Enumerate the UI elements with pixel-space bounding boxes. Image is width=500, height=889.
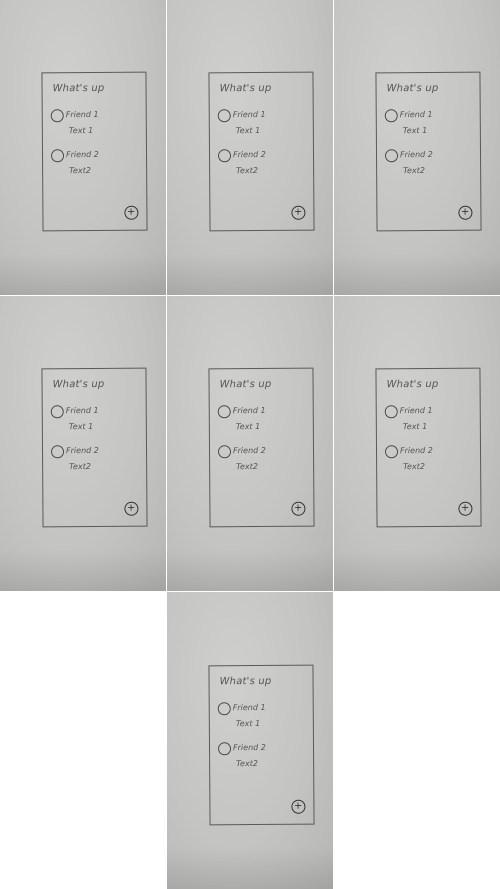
avatar-icon: [217, 445, 231, 459]
plus-circle-icon[interactable]: +: [457, 206, 472, 221]
friend-name: Friend 1: [65, 110, 99, 120]
sketch-photo: What's up Friend 1 Text 1 Friend 2 Text2…: [0, 0, 166, 295]
friend-message: Text 1: [235, 126, 260, 136]
plus-circle-icon[interactable]: +: [290, 799, 305, 814]
avatar-icon: [50, 149, 64, 163]
friend-name: Friend 2: [399, 446, 433, 456]
list-item[interactable]: Friend 1 Text 1: [217, 405, 297, 438]
avatar-icon: [384, 149, 398, 163]
avatar-icon: [50, 109, 64, 123]
friend-message: Text2: [235, 166, 258, 176]
friend-message: Text 1: [235, 422, 260, 432]
friend-name: Friend 1: [232, 702, 266, 712]
plus-circle-icon[interactable]: +: [457, 502, 472, 517]
friend-name: Friend 2: [232, 446, 266, 456]
avatar-icon: [384, 109, 398, 123]
sketch-photo: What's up Friend 1 Text 1 Friend 2 Text2…: [167, 0, 333, 295]
list-item[interactable]: Friend 2 Text2: [217, 445, 297, 478]
screen-title: What's up: [219, 675, 271, 688]
friend-message: Text2: [402, 166, 425, 176]
friend-message: Text 1: [402, 422, 427, 432]
friend-message: Text2: [235, 758, 258, 768]
friend-message: Text 1: [402, 126, 427, 136]
friend-message: Text2: [402, 462, 425, 472]
list-item[interactable]: Friend 1 Text 1: [217, 701, 297, 734]
list-item[interactable]: Friend 1 Text 1: [50, 109, 130, 142]
avatar-icon: [217, 741, 231, 756]
sketch-phone-frame: What's up Friend 1 Text 1 Friend 2 Text2…: [40, 367, 147, 528]
list-item[interactable]: Friend 2 Text2: [50, 149, 130, 182]
avatar-icon: [384, 445, 398, 459]
screen-title: What's up: [219, 83, 272, 95]
list-item[interactable]: Friend 2 Text2: [384, 149, 464, 182]
friend-message: Text 1: [235, 718, 260, 728]
plus-circle-icon[interactable]: +: [123, 206, 138, 221]
friend-name: Friend 2: [65, 150, 99, 160]
sketch-phone-frame: What's up Friend 1 Text 1 Friend 2 Text2…: [207, 664, 314, 826]
plus-circle-icon[interactable]: +: [123, 502, 138, 517]
screen-title: What's up: [52, 83, 105, 95]
friend-message: Text 1: [68, 422, 93, 432]
screen-title: What's up: [219, 379, 272, 391]
friend-name: Friend 1: [65, 406, 99, 416]
list-item[interactable]: Friend 2 Text2: [217, 741, 297, 774]
photo-grid: What's up Friend 1 Text 1 Friend 2 Text2…: [0, 0, 500, 889]
list-item[interactable]: Friend 1 Text 1: [384, 109, 464, 142]
avatar-icon: [50, 405, 64, 419]
sketch-phone-frame: What's up Friend 1 Text 1 Friend 2 Text2…: [40, 71, 147, 232]
friend-name: Friend 2: [232, 742, 266, 752]
sketch-photo: What's up Friend 1 Text 1 Friend 2 Text2…: [0, 296, 166, 591]
friend-name: Friend 1: [232, 406, 266, 416]
avatar-icon: [217, 149, 231, 163]
sketch-phone-frame: What's up Friend 1 Text 1 Friend 2 Text2…: [207, 71, 314, 232]
sketch-photo: What's up Friend 1 Text 1 Friend 2 Text2…: [334, 0, 500, 295]
friend-name: Friend 2: [65, 446, 99, 456]
friend-name: Friend 2: [399, 150, 433, 160]
avatar-icon: [217, 701, 231, 716]
list-item[interactable]: Friend 1 Text 1: [384, 405, 464, 438]
sketch-photo: What's up Friend 1 Text 1 Friend 2 Text2…: [167, 296, 333, 591]
screen-title: What's up: [52, 379, 105, 391]
list-item[interactable]: Friend 2 Text2: [50, 445, 130, 478]
avatar-icon: [217, 109, 231, 123]
plus-circle-icon[interactable]: +: [290, 502, 305, 517]
friend-message: Text2: [68, 166, 91, 176]
list-item[interactable]: Friend 2 Text2: [217, 149, 297, 182]
friend-message: Text2: [235, 462, 258, 472]
sketch-phone-frame: What's up Friend 1 Text 1 Friend 2 Text2…: [207, 367, 314, 528]
screen-title: What's up: [386, 83, 439, 95]
sketch-phone-frame: What's up Friend 1 Text 1 Friend 2 Text2…: [374, 367, 481, 528]
friend-name: Friend 1: [232, 110, 266, 120]
friend-name: Friend 1: [399, 406, 433, 416]
list-item[interactable]: Friend 2 Text2: [384, 445, 464, 478]
sketch-phone-frame: What's up Friend 1 Text 1 Friend 2 Text2…: [374, 71, 481, 232]
sketch-photo: What's up Friend 1 Text 1 Friend 2 Text2…: [167, 592, 333, 889]
screen-title: What's up: [386, 379, 439, 391]
friend-name: Friend 2: [232, 150, 266, 160]
avatar-icon: [217, 405, 231, 419]
plus-circle-icon[interactable]: +: [290, 206, 305, 221]
avatar-icon: [384, 405, 398, 419]
avatar-icon: [50, 445, 64, 459]
sketch-photo: What's up Friend 1 Text 1 Friend 2 Text2…: [334, 296, 500, 591]
friend-name: Friend 1: [399, 110, 433, 120]
friend-message: Text2: [68, 462, 91, 472]
list-item[interactable]: Friend 1 Text 1: [217, 109, 297, 142]
friend-message: Text 1: [68, 126, 93, 136]
list-item[interactable]: Friend 1 Text 1: [50, 405, 130, 438]
